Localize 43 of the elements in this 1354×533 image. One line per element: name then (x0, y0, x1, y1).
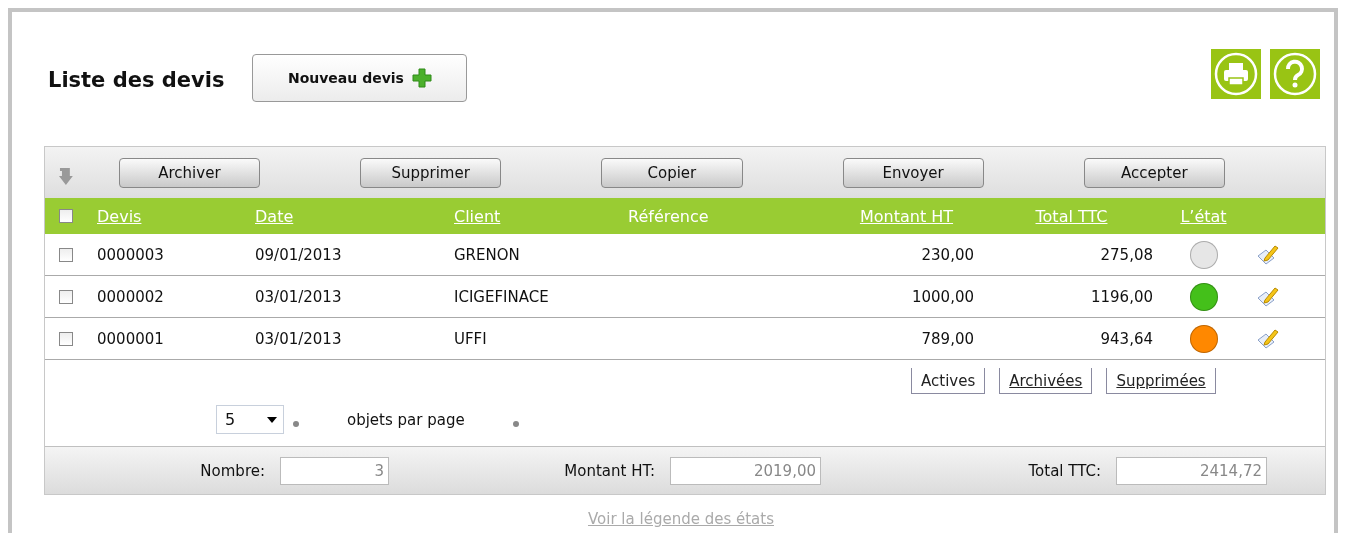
total-label: Montant HT: (563, 461, 655, 480)
table-cell: 943,64 (1100, 329, 1153, 348)
table-cell: 0000002 (97, 287, 164, 306)
table-cell: 1196,00 (1090, 287, 1153, 306)
select-all-checkbox[interactable] (59, 209, 73, 223)
bullet-icon (512, 420, 519, 427)
table-cell: UFFI (454, 329, 487, 348)
per-page-select[interactable]: 5 (216, 405, 284, 434)
table-cell: GRENON (454, 245, 520, 264)
dropdown-caret-icon (267, 416, 277, 423)
total-field[interactable]: 3 (280, 456, 389, 485)
table-cell: 0000003 (97, 245, 164, 264)
toolbar-button[interactable]: Accepter (1083, 157, 1225, 188)
total-label: Nombre: (199, 461, 265, 480)
toolbar-button[interactable]: Envoyer (842, 157, 984, 188)
table-cell: 03/01/2013 (255, 329, 342, 348)
page-title: Liste des devis (48, 68, 225, 92)
total-field[interactable]: 2414,72 (1116, 456, 1267, 485)
table-cell: 230,00 (921, 245, 974, 264)
filter-tab[interactable]: Archivées (999, 368, 1093, 394)
toolbar-button[interactable]: Copier (601, 157, 743, 188)
bullet-icon (293, 420, 299, 427)
filter-tab[interactable]: Actives (911, 368, 986, 394)
row-checkbox[interactable] (59, 247, 73, 262)
table-cell: 03/01/2013 (255, 287, 342, 306)
table-cell: 275,08 (1100, 245, 1153, 264)
filter-tab[interactable]: Supprimées (1106, 368, 1216, 394)
table-cell: 0000001 (97, 329, 164, 348)
table-cell: 09/01/2013 (255, 245, 342, 264)
table-cell: ICIGEFINACE (454, 287, 549, 306)
toolbar-button[interactable]: Archiver (118, 157, 261, 188)
sort-down-icon[interactable] (58, 165, 74, 186)
per-page-label: objets par page (347, 410, 465, 429)
row-checkbox[interactable] (59, 331, 73, 346)
table-cell: 1000,00 (911, 287, 974, 306)
plus-icon (411, 67, 432, 88)
total-field[interactable]: 2019,00 (670, 456, 821, 485)
total-label: Total TTC: (1027, 461, 1101, 480)
table-cell: 789,00 (921, 329, 974, 348)
column-header: Référence (628, 206, 709, 226)
row-checkbox[interactable] (59, 289, 73, 304)
new-quote-button[interactable]: Nouveau devis (252, 53, 468, 102)
toolbar-button[interactable]: Supprimer (360, 157, 502, 188)
